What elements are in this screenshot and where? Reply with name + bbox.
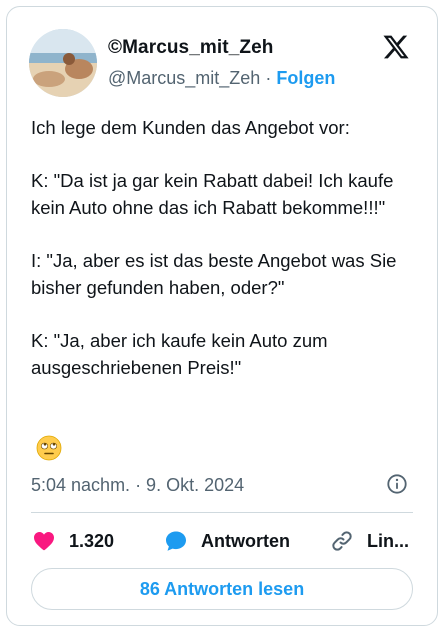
reply-label: Antworten [201, 530, 290, 551]
info-icon[interactable] [386, 473, 408, 495]
tweet-timestamp[interactable]: 5:04 nachm. · 9. Okt. 2024 [31, 475, 244, 496]
like-button[interactable]: 1.320 [31, 526, 114, 556]
reply-bubble-icon [166, 531, 186, 551]
tweet-card[interactable]: ©Marcus_mit_Zeh @Marcus_mit_Zeh · Folgen… [6, 6, 438, 626]
x-logo-icon[interactable] [381, 33, 411, 61]
handle-line: @Marcus_mit_Zeh · Folgen [108, 68, 335, 89]
reply-button[interactable]: Antworten [163, 526, 290, 556]
avatar[interactable] [29, 29, 97, 97]
heart-icon [34, 532, 54, 551]
tweet-paragraph: Ich lege dem Kunden das Angebot vor: [31, 117, 350, 138]
user-handle[interactable]: @Marcus_mit_Zeh [108, 68, 260, 88]
avatar-image [29, 29, 97, 97]
follow-button[interactable]: Folgen [276, 68, 335, 88]
tweet-paragraph: I: "Ja, aber es ist das beste Angebot wa… [31, 250, 397, 298]
tweet-text: Ich lege dem Kunden das Angebot vor: K: … [31, 114, 423, 407]
eye-roll-emoji [36, 435, 62, 461]
divider [31, 512, 413, 513]
read-replies-button[interactable]: 86 Antworten lesen [31, 568, 413, 610]
copy-link-label: Lin... [367, 530, 409, 551]
tweet-paragraph: K: "Ja, aber ich kaufe kein Auto zum aus… [31, 330, 328, 378]
like-count: 1.320 [69, 530, 115, 551]
link-icon [332, 531, 352, 551]
action-bar: 1.320 Antworten Lin... [31, 526, 413, 556]
tweet-paragraph: K: "Da ist ja gar kein Rabatt dabei! Ich… [31, 170, 394, 218]
handle-separator: · [260, 68, 277, 88]
copy-link-button[interactable]: Lin... [329, 526, 409, 556]
display-name[interactable]: ©Marcus_mit_Zeh [108, 37, 273, 59]
